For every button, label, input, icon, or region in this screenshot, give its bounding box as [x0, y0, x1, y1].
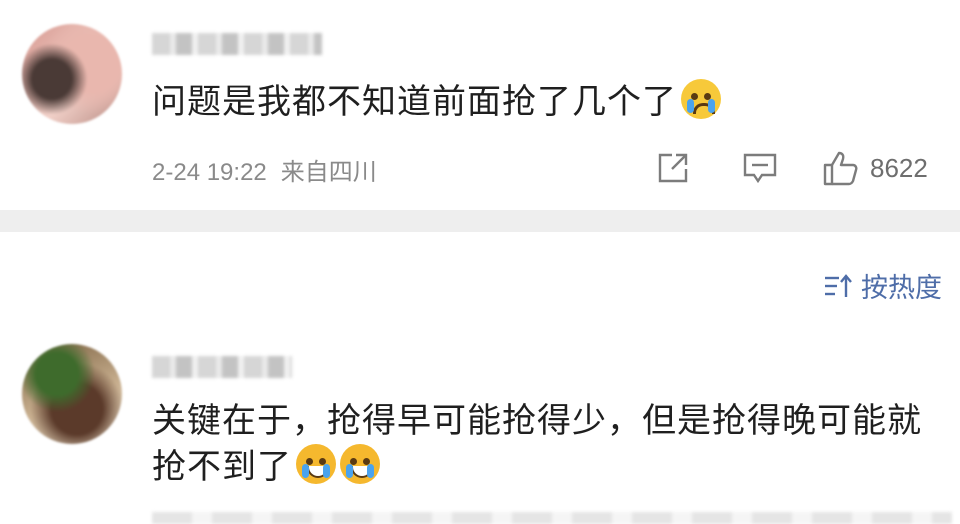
laughing-crying-face-icon	[340, 444, 380, 484]
laughing-crying-face-icon	[296, 444, 336, 484]
like-count: 8622	[870, 152, 928, 183]
reply-button[interactable]	[742, 148, 778, 188]
comment-date: 2-24 19:22	[152, 159, 267, 186]
comment-body: 问题是我都不知道前面抢了几个了	[152, 82, 677, 122]
comment-location: 来自四川	[280, 159, 377, 186]
thumbs-up-icon	[823, 151, 858, 186]
username-blurred[interactable]	[152, 33, 322, 55]
avatar[interactable]	[22, 344, 122, 444]
comment-text: 问题是我都不知道前面抢了几个了	[152, 79, 721, 125]
share-icon	[658, 153, 688, 183]
avatar[interactable]	[22, 24, 122, 124]
comment-body: 关键在于，抢得早可能抢得少，但是抢得晚可能就抢不到了	[152, 401, 922, 487]
sort-label: 按热度	[861, 273, 942, 304]
like-button[interactable]: 8622	[822, 148, 928, 188]
comment-meta: 2-24 19:22 来自四川	[152, 152, 391, 187]
share-button[interactable]	[656, 148, 692, 188]
sort-by-hot-button[interactable]: 按热度	[823, 266, 942, 305]
crying-face-icon	[681, 79, 721, 119]
comment-icon	[743, 153, 777, 184]
next-comment-blurred	[152, 512, 952, 524]
sort-icon	[825, 273, 852, 297]
section-divider	[0, 210, 960, 232]
comment-text: 关键在于，抢得早可能抢得少，但是抢得晚可能就抢不到了	[152, 398, 942, 490]
username-blurred[interactable]	[152, 356, 292, 378]
